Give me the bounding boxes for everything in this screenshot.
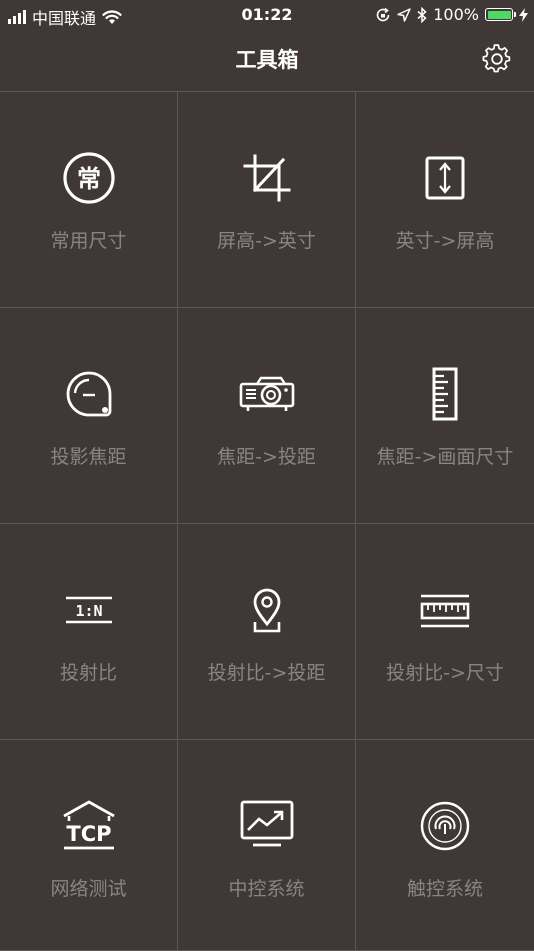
ratio-text: 1:N xyxy=(75,602,102,620)
tool-throw-ratio-to-size[interactable]: 投射比->尺寸 xyxy=(356,524,534,740)
tool-screen-height-to-inch[interactable]: 屏高->英寸 xyxy=(178,92,356,308)
tool-throw-ratio[interactable]: 1:N 投射比 xyxy=(0,524,178,740)
horizontal-ruler-icon xyxy=(417,582,473,638)
ratio-icon: 1:N xyxy=(61,582,117,638)
ruler-icon xyxy=(417,366,473,422)
tool-label: 网络测试 xyxy=(50,878,127,900)
tool-label: 触控系统 xyxy=(406,878,483,900)
fingerprint-icon xyxy=(417,798,473,854)
orientation-lock-icon xyxy=(376,7,390,21)
projector-icon xyxy=(239,366,295,422)
tool-throw-ratio-to-distance[interactable]: 投射比->投距 xyxy=(178,524,356,740)
tool-projection-focal-length[interactable]: 投影焦距 xyxy=(0,308,178,524)
chang-badge-text: 常 xyxy=(77,165,101,193)
tcp-house-icon: TCP xyxy=(61,798,117,854)
location-pin-icon xyxy=(239,582,295,638)
page-title: 工具箱 xyxy=(235,48,299,72)
monitor-chart-icon xyxy=(239,798,295,854)
tool-focal-to-throw-distance[interactable]: 焦距->投距 xyxy=(178,308,356,524)
tool-label: 英寸->屏高 xyxy=(395,230,495,252)
tool-label: 焦距->画面尺寸 xyxy=(376,446,514,468)
battery-icon xyxy=(485,8,516,21)
tool-focal-to-image-size[interactable]: 焦距->画面尺寸 xyxy=(356,308,534,524)
gear-icon[interactable] xyxy=(482,44,512,74)
nav-bar: 工具箱 xyxy=(0,30,534,90)
battery-percent: 100% xyxy=(433,5,479,24)
status-bar: 中国联通 01:22 100% xyxy=(0,0,534,30)
charging-bolt-icon xyxy=(519,7,528,22)
tool-label: 常用尺寸 xyxy=(50,230,127,252)
tool-label: 中控系统 xyxy=(228,878,305,900)
tool-grid: 常 常用尺寸 屏高->英寸 英寸->屏高 投影焦距 焦距->投距 焦距->画面尺… xyxy=(0,91,534,951)
tool-label: 焦距->投距 xyxy=(217,446,316,468)
tool-central-control-system[interactable]: 中控系统 xyxy=(178,740,356,951)
crop-icon xyxy=(239,150,295,206)
tool-label: 投射比->尺寸 xyxy=(386,662,504,684)
status-bar-right: 100% xyxy=(375,5,528,24)
vertical-arrows-icon xyxy=(417,150,473,206)
tool-touch-control-system[interactable]: 触控系统 xyxy=(356,740,534,951)
tool-network-test[interactable]: TCP 网络测试 xyxy=(0,740,178,951)
tool-label: 屏高->英寸 xyxy=(217,230,316,252)
bluetooth-icon xyxy=(417,6,427,23)
location-arrow-icon xyxy=(397,7,411,22)
tcp-text: TCP xyxy=(66,822,111,846)
chang-badge-icon: 常 xyxy=(61,150,117,206)
tool-label: 投射比 xyxy=(59,662,117,684)
tool-common-sizes[interactable]: 常 常用尺寸 xyxy=(0,92,178,308)
tape-measure-icon xyxy=(61,366,117,422)
tool-label: 投影焦距 xyxy=(50,446,127,468)
tool-label: 投射比->投距 xyxy=(207,662,326,684)
tool-inch-to-screen-height[interactable]: 英寸->屏高 xyxy=(356,92,534,308)
